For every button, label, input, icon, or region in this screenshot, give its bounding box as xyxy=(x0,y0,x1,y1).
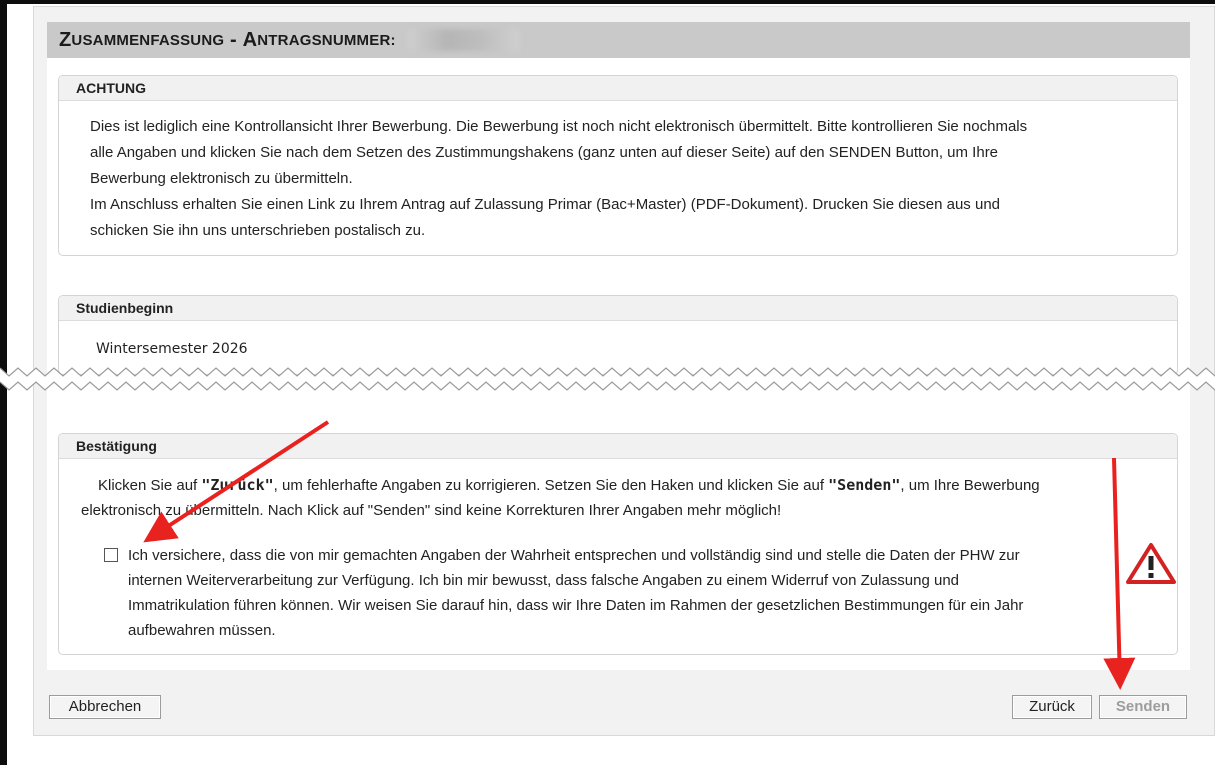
achtung-heading: ACHTUNG xyxy=(59,76,1177,101)
blurred-application-number xyxy=(407,29,520,51)
bestaetigung-heading: Bestätigung xyxy=(59,434,1177,459)
cancel-button[interactable]: Abbrechen xyxy=(49,695,161,719)
achtung-text-line: Bewerbung elektronisch zu übermitteln. xyxy=(90,170,353,187)
consent-checkbox[interactable] xyxy=(104,548,118,562)
achtung-text-line: schicken Sie ihn uns unterschrieben post… xyxy=(90,222,426,239)
intro-text: , um fehlerhafte Angaben zu korrigieren.… xyxy=(273,477,829,494)
consent-text-line: internen Weiterverarbeitung zur Verfügun… xyxy=(128,572,960,589)
intro-text: Klicken Sie auf xyxy=(98,477,202,494)
send-button[interactable]: Senden xyxy=(1099,695,1187,719)
consent-text-line: Ich versichere, dass die von mir gemacht… xyxy=(128,547,1020,564)
achtung-text-line: Im Anschluss erhalten Sie einen Link zu … xyxy=(90,196,1000,213)
intro-text: , um Ihre Bewerbung xyxy=(900,477,1040,494)
back-button[interactable]: Zurück xyxy=(1012,695,1092,719)
intro-senden-emphasis: "Senden" xyxy=(828,476,901,494)
bestaetigung-intro-line: Klicken Sie auf "Zurück", um fehlerhafte… xyxy=(98,476,1040,494)
achtung-text-line: Dies ist lediglich eine Kontrollansicht … xyxy=(90,118,1028,135)
title-word-antragsnummer: NTRAGSNUMMER: xyxy=(257,31,396,49)
title-word-zusammenfassung: USAMMENFASSUNG xyxy=(71,31,225,49)
consent-text-line: aufbewahren müssen. xyxy=(128,622,276,639)
studienbeginn-value: Wintersemester 2026 xyxy=(79,334,299,364)
title-initial-a: A xyxy=(242,28,258,51)
frame-top xyxy=(0,0,1215,4)
page-title: Z USAMMENFASSUNG - A NTRAGSNUMMER: xyxy=(47,22,1190,58)
bestaetigung-intro-line: elektronisch zu übermitteln. Nach Klick … xyxy=(81,502,782,519)
torn-edge-divider xyxy=(0,367,1215,391)
studienbeginn-heading: Studienbeginn xyxy=(59,296,1177,321)
achtung-text-line: alle Angaben und klicken Sie nach dem Se… xyxy=(90,144,999,161)
title-separator: - xyxy=(224,28,243,51)
intro-zurueck-emphasis: "Zurück" xyxy=(201,476,274,494)
title-initial-z: Z xyxy=(59,28,72,51)
consent-text-line: Immatrikulation führen können. Wir weise… xyxy=(128,597,1024,614)
